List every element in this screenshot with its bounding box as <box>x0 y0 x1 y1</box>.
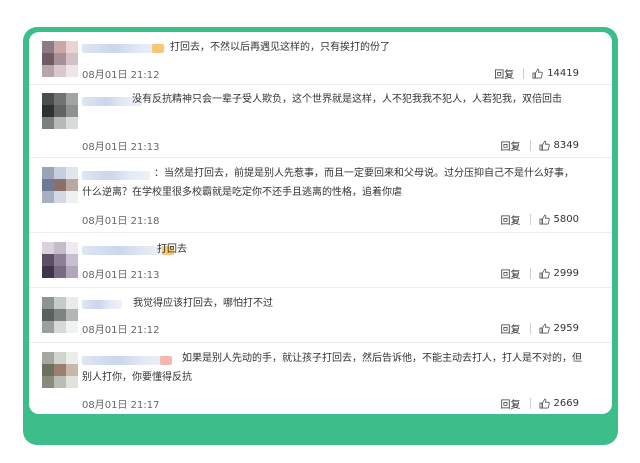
username-blurred[interactable] <box>82 300 122 309</box>
reply-button[interactable]: 回复 <box>494 66 514 81</box>
comment-date: 08月01日 21:17 <box>82 400 160 411</box>
thumbs-up-icon <box>539 140 550 151</box>
action-divider <box>529 214 531 225</box>
comment-date: 08月01日 21:13 <box>82 270 160 281</box>
comment-text: 如果是别人先动的手，就让孩子打回去，然后告诉他，不能主动去打人，打人是不对的，但… <box>82 353 582 383</box>
action-divider <box>523 68 525 79</box>
comment-actions: 回复 2959 <box>501 321 579 336</box>
reply-button[interactable]: 回复 <box>501 266 521 281</box>
comment-text: ：当然是打回去，前提是别人先惹事，而且一定要回来和父母说。过分压抑自己不是什么好… <box>82 168 574 198</box>
like-button[interactable]: 2669 <box>539 398 579 409</box>
reply-button[interactable]: 回复 <box>501 321 521 336</box>
comment-actions: 回复 8349 <box>501 138 579 153</box>
like-count: 5800 <box>553 214 579 225</box>
user-avatar[interactable] <box>42 41 78 77</box>
comment-date: 08月01日 21:12 <box>82 325 160 336</box>
comment-actions: 回复 2669 <box>501 396 579 411</box>
user-avatar[interactable] <box>42 297 78 333</box>
comment-item: 没有反抗精神只会一辈子受人欺负，这个世界就是这样，人不犯我我不犯人，人若犯我，双… <box>29 84 612 158</box>
action-divider <box>529 140 531 151</box>
comment-list: 打回去，不然以后再遇见这样的，只有挨打的份了 08月01日 21:12 回复 1… <box>29 32 612 414</box>
user-avatar[interactable] <box>42 242 78 278</box>
comment-date: 08月01日 21:18 <box>82 216 160 227</box>
comment-text: 没有反抗精神只会一辈子受人欺负，这个世界就是这样，人不犯我我不犯人，人若犯我，双… <box>132 94 562 105</box>
comment-item: ：当然是打回去，前提是别人先惹事，而且一定要回来和父母说。过分压抑自己不是什么好… <box>29 157 612 233</box>
comment-text: 打回去，不然以后再遇见这样的，只有挨打的份了 <box>170 42 390 53</box>
comment-item: 如果是别人先动的手，就让孩子打回去，然后告诉他，不能主动去打人，打人是不对的，但… <box>29 342 612 414</box>
action-divider <box>529 323 531 334</box>
thumbs-up-icon <box>539 398 550 409</box>
action-divider <box>529 268 531 279</box>
thumbs-up-icon <box>539 268 550 279</box>
comment-text: 我觉得应该打回去，哪怕打不过 <box>133 298 273 309</box>
user-avatar[interactable] <box>42 352 78 388</box>
user-avatar[interactable] <box>42 93 78 129</box>
reply-button[interactable]: 回复 <box>501 212 521 227</box>
comment-text: 打回去 <box>157 244 187 255</box>
like-button[interactable]: 2999 <box>539 268 579 279</box>
comment-actions: 回复 5800 <box>501 212 579 227</box>
thumbs-up-icon <box>539 323 550 334</box>
user-avatar[interactable] <box>42 167 78 203</box>
comment-item: 打回去，不然以后再遇见这样的，只有挨打的份了 08月01日 21:12 回复 1… <box>29 32 612 85</box>
thumbs-up-icon <box>532 68 543 79</box>
like-button[interactable]: 14419 <box>532 68 579 79</box>
like-button[interactable]: 2959 <box>539 323 579 334</box>
comment-item: 打回去 08月01日 21:13 回复 2999 <box>29 232 612 288</box>
thumbs-up-icon <box>539 214 550 225</box>
like-count: 2999 <box>553 268 579 279</box>
like-button[interactable]: 5800 <box>539 214 579 225</box>
comment-date: 08月01日 21:12 <box>82 70 160 81</box>
reply-button[interactable]: 回复 <box>501 396 521 411</box>
action-divider <box>529 398 531 409</box>
like-count: 8349 <box>553 140 579 151</box>
comment-date: 08月01日 21:13 <box>82 142 160 153</box>
like-count: 2959 <box>553 323 579 334</box>
like-button[interactable]: 8349 <box>539 140 579 151</box>
comment-actions: 回复 2999 <box>501 266 579 281</box>
comment-actions: 回复 14419 <box>494 66 579 81</box>
like-count: 2669 <box>553 398 579 409</box>
comment-item: 我觉得应该打回去，哪怕打不过 08月01日 21:12 回复 2959 <box>29 287 612 343</box>
reply-button[interactable]: 回复 <box>501 138 521 153</box>
like-count: 14419 <box>547 68 579 79</box>
username-blurred[interactable] <box>82 44 164 53</box>
